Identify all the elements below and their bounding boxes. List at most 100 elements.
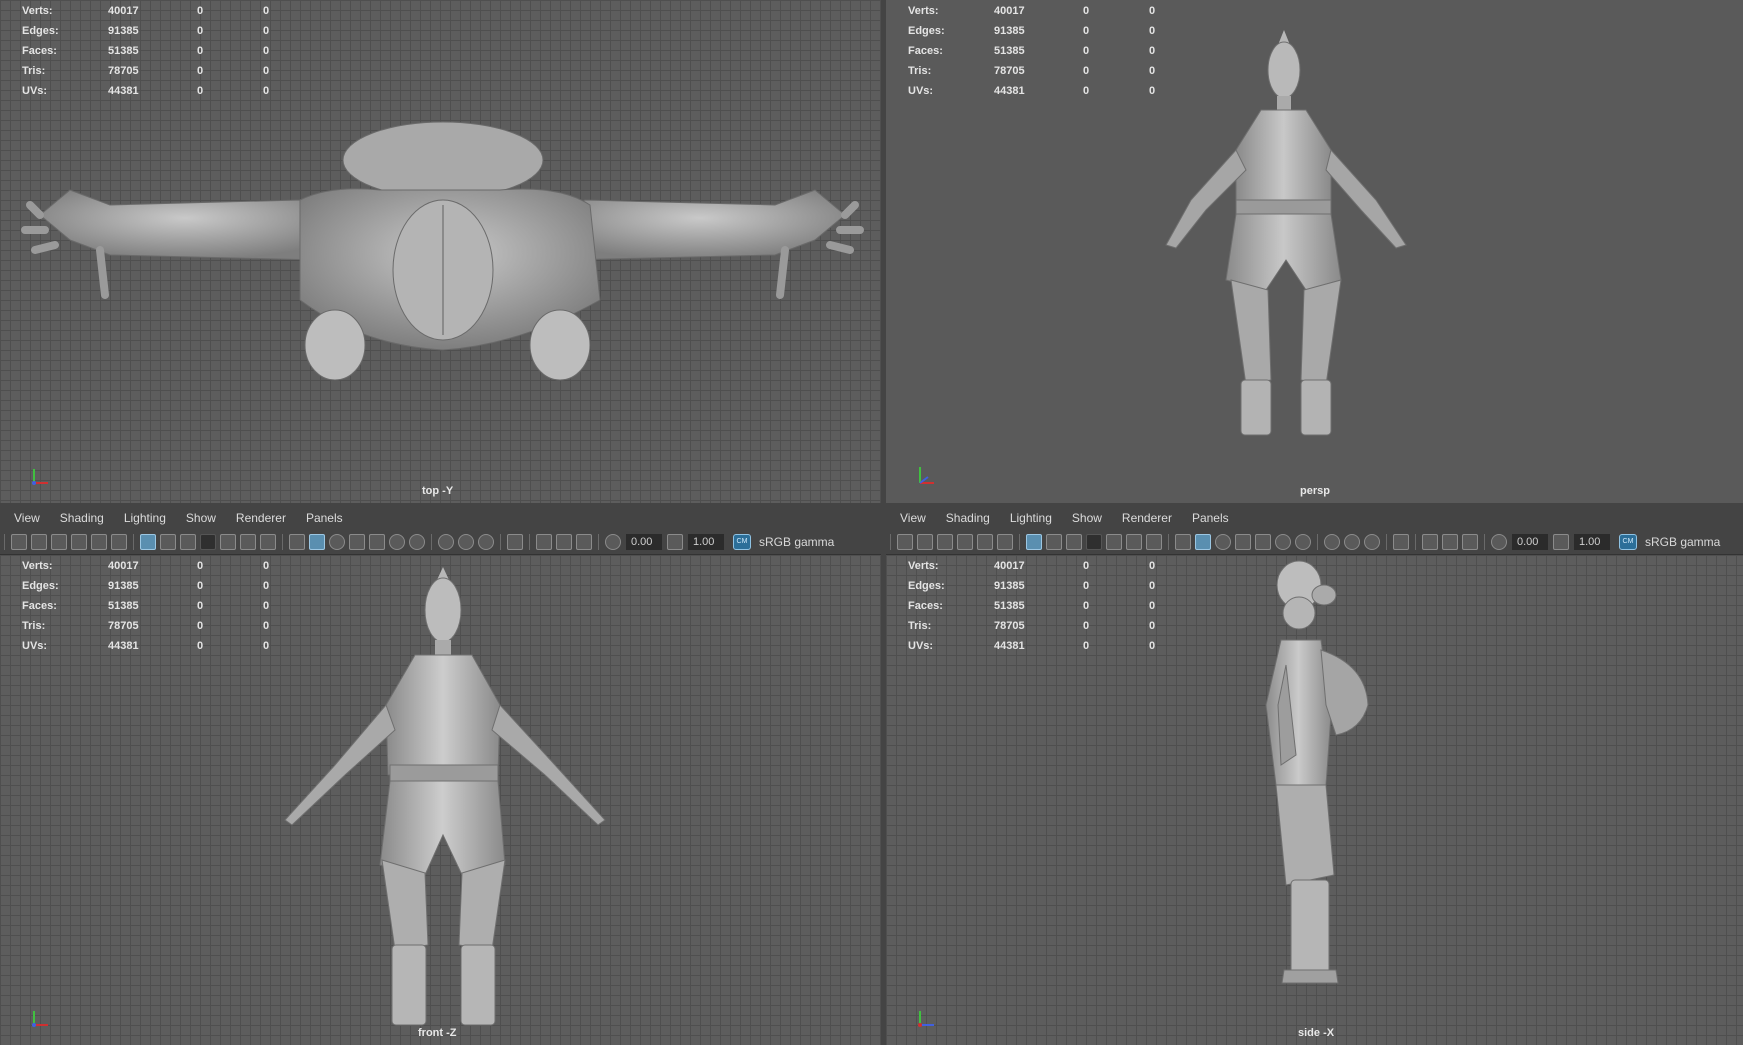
grid-icon[interactable] bbox=[1026, 534, 1042, 550]
viewport-panel-front[interactable]: View Shading Lighting Show Renderer Pane… bbox=[0, 506, 881, 1045]
viewport-panel-side[interactable]: View Shading Lighting Show Renderer Pane… bbox=[886, 506, 1743, 1045]
image-plane-icon[interactable] bbox=[957, 534, 973, 550]
color-management-icon[interactable]: CM bbox=[733, 534, 751, 550]
panel-menu-bar: View Shading Lighting Show Renderer Pane… bbox=[886, 506, 1743, 530]
exposure-icon[interactable] bbox=[1491, 534, 1507, 550]
anti-aliasing-icon[interactable] bbox=[1344, 534, 1360, 550]
character-model-side-view[interactable] bbox=[886, 555, 1743, 1045]
wireframe-icon[interactable] bbox=[289, 534, 305, 550]
default-material-icon[interactable] bbox=[1215, 534, 1231, 550]
viewport-side-canvas[interactable]: Verts: 40017 0 0 Edges: 91385 0 0 Faces: 51385 0… bbox=[886, 555, 1743, 1045]
exposure-field[interactable]: 0.00 bbox=[1512, 534, 1548, 550]
camera-name-label: front -Z bbox=[418, 1027, 457, 1039]
menu-show[interactable]: Show bbox=[1062, 511, 1112, 525]
menu-show[interactable]: Show bbox=[176, 511, 226, 525]
isolate-select-icon[interactable] bbox=[1393, 534, 1409, 550]
gate-mask-icon[interactable] bbox=[1086, 534, 1102, 550]
xray-joints-icon[interactable] bbox=[1442, 534, 1458, 550]
depth-of-field-icon[interactable] bbox=[1364, 534, 1380, 550]
use-all-lights-icon[interactable] bbox=[369, 534, 385, 550]
viewport-front-canvas[interactable]: Verts: 40017 0 0 Edges: 91385 0 0 Faces: 51385 0… bbox=[0, 555, 881, 1045]
toolbar-handle[interactable] bbox=[890, 534, 891, 550]
menu-shading[interactable]: Shading bbox=[50, 511, 114, 525]
isolate-select-icon[interactable] bbox=[507, 534, 523, 550]
menu-renderer[interactable]: Renderer bbox=[1112, 511, 1182, 525]
gate-mask-icon[interactable] bbox=[200, 534, 216, 550]
shadows-icon[interactable] bbox=[389, 534, 405, 550]
field-chart-icon[interactable] bbox=[220, 534, 236, 550]
grease-pencil-icon[interactable] bbox=[111, 534, 127, 550]
menu-shading[interactable]: Shading bbox=[936, 511, 1000, 525]
toolbar-handle[interactable] bbox=[4, 534, 5, 550]
motion-blur-icon[interactable] bbox=[438, 534, 454, 550]
safe-title-icon[interactable] bbox=[1146, 534, 1162, 550]
bookmarks-icon[interactable] bbox=[51, 534, 67, 550]
safe-action-icon[interactable] bbox=[1126, 534, 1142, 550]
xray-icon[interactable] bbox=[1422, 534, 1438, 550]
viewport-panel-persp[interactable]: Verts: 40017 0 0 Edges: 91385 0 0 Faces: 51385 0… bbox=[886, 0, 1743, 503]
2d-pan-zoom-icon[interactable] bbox=[977, 534, 993, 550]
character-model-top-view[interactable] bbox=[0, 0, 881, 503]
menu-lighting[interactable]: Lighting bbox=[114, 511, 176, 525]
character-model-front-view[interactable] bbox=[0, 555, 881, 1045]
menu-panels[interactable]: Panels bbox=[1182, 511, 1239, 525]
anti-aliasing-icon[interactable] bbox=[458, 534, 474, 550]
motion-blur-icon[interactable] bbox=[1324, 534, 1340, 550]
exposure-field[interactable]: 0.00 bbox=[626, 534, 662, 550]
color-management-icon[interactable]: CM bbox=[1619, 534, 1637, 550]
exposure-icon[interactable] bbox=[605, 534, 621, 550]
backface-culling-icon[interactable] bbox=[1462, 534, 1478, 550]
wireframe-icon[interactable] bbox=[1175, 534, 1191, 550]
color-space-label[interactable]: sRGB gamma bbox=[1641, 535, 1724, 549]
grease-pencil-icon[interactable] bbox=[997, 534, 1013, 550]
smooth-shade-icon[interactable] bbox=[1195, 534, 1211, 550]
camera-attributes-icon[interactable] bbox=[917, 534, 933, 550]
smooth-shade-icon[interactable] bbox=[309, 534, 325, 550]
gamma-icon[interactable] bbox=[1553, 534, 1569, 550]
film-gate-icon[interactable] bbox=[160, 534, 176, 550]
character-figure bbox=[284, 567, 606, 1026]
character-model-persp-view[interactable] bbox=[886, 0, 1743, 503]
resolution-gate-icon[interactable] bbox=[180, 534, 196, 550]
select-camera-icon[interactable] bbox=[11, 534, 27, 550]
textured-icon[interactable] bbox=[349, 534, 365, 550]
safe-title-icon[interactable] bbox=[260, 534, 276, 550]
gamma-field[interactable]: 1.00 bbox=[1574, 534, 1610, 550]
viewport-persp-canvas[interactable]: Verts: 40017 0 0 Edges: 91385 0 0 Faces: 51385 0… bbox=[886, 0, 1743, 503]
select-camera-icon[interactable] bbox=[897, 534, 913, 550]
color-space-label[interactable]: sRGB gamma bbox=[755, 535, 838, 549]
bookmarks-icon[interactable] bbox=[937, 534, 953, 550]
film-gate-icon[interactable] bbox=[1046, 534, 1062, 550]
shadows-icon[interactable] bbox=[1275, 534, 1291, 550]
safe-action-icon[interactable] bbox=[240, 534, 256, 550]
panel-menu-bar: View Shading Lighting Show Renderer Pane… bbox=[0, 506, 881, 530]
xray-joints-icon[interactable] bbox=[556, 534, 572, 550]
depth-of-field-icon[interactable] bbox=[478, 534, 494, 550]
toolbar-separator bbox=[529, 534, 530, 550]
menu-panels[interactable]: Panels bbox=[296, 511, 353, 525]
gamma-icon[interactable] bbox=[667, 534, 683, 550]
camera-attributes-icon[interactable] bbox=[31, 534, 47, 550]
textured-icon[interactable] bbox=[1235, 534, 1251, 550]
screen-space-ao-icon[interactable] bbox=[409, 534, 425, 550]
screen-space-ao-icon[interactable] bbox=[1295, 534, 1311, 550]
field-chart-icon[interactable] bbox=[1106, 534, 1122, 550]
menu-lighting[interactable]: Lighting bbox=[1000, 511, 1062, 525]
image-plane-icon[interactable] bbox=[71, 534, 87, 550]
use-all-lights-icon[interactable] bbox=[1255, 534, 1271, 550]
menu-renderer[interactable]: Renderer bbox=[226, 511, 296, 525]
gamma-field[interactable]: 1.00 bbox=[688, 534, 724, 550]
2d-pan-zoom-icon[interactable] bbox=[91, 534, 107, 550]
xray-icon[interactable] bbox=[536, 534, 552, 550]
viewport-panel-top[interactable]: Verts: 40017 0 0 Edges: 91385 0 0 Faces: 51385 0… bbox=[0, 0, 881, 503]
toolbar-separator bbox=[133, 534, 134, 550]
default-material-icon[interactable] bbox=[329, 534, 345, 550]
resolution-gate-icon[interactable] bbox=[1066, 534, 1082, 550]
menu-view[interactable]: View bbox=[0, 511, 50, 525]
backface-culling-icon[interactable] bbox=[576, 534, 592, 550]
menu-view[interactable]: View bbox=[886, 511, 936, 525]
grid-icon[interactable] bbox=[140, 534, 156, 550]
toolbar-separator bbox=[1484, 534, 1485, 550]
panel-toolbar: 0.00 1.00 CM sRGB gamma bbox=[886, 530, 1743, 555]
viewport-top-canvas[interactable]: Verts: 40017 0 0 Edges: 91385 0 0 Faces: 51385 0… bbox=[0, 0, 881, 503]
